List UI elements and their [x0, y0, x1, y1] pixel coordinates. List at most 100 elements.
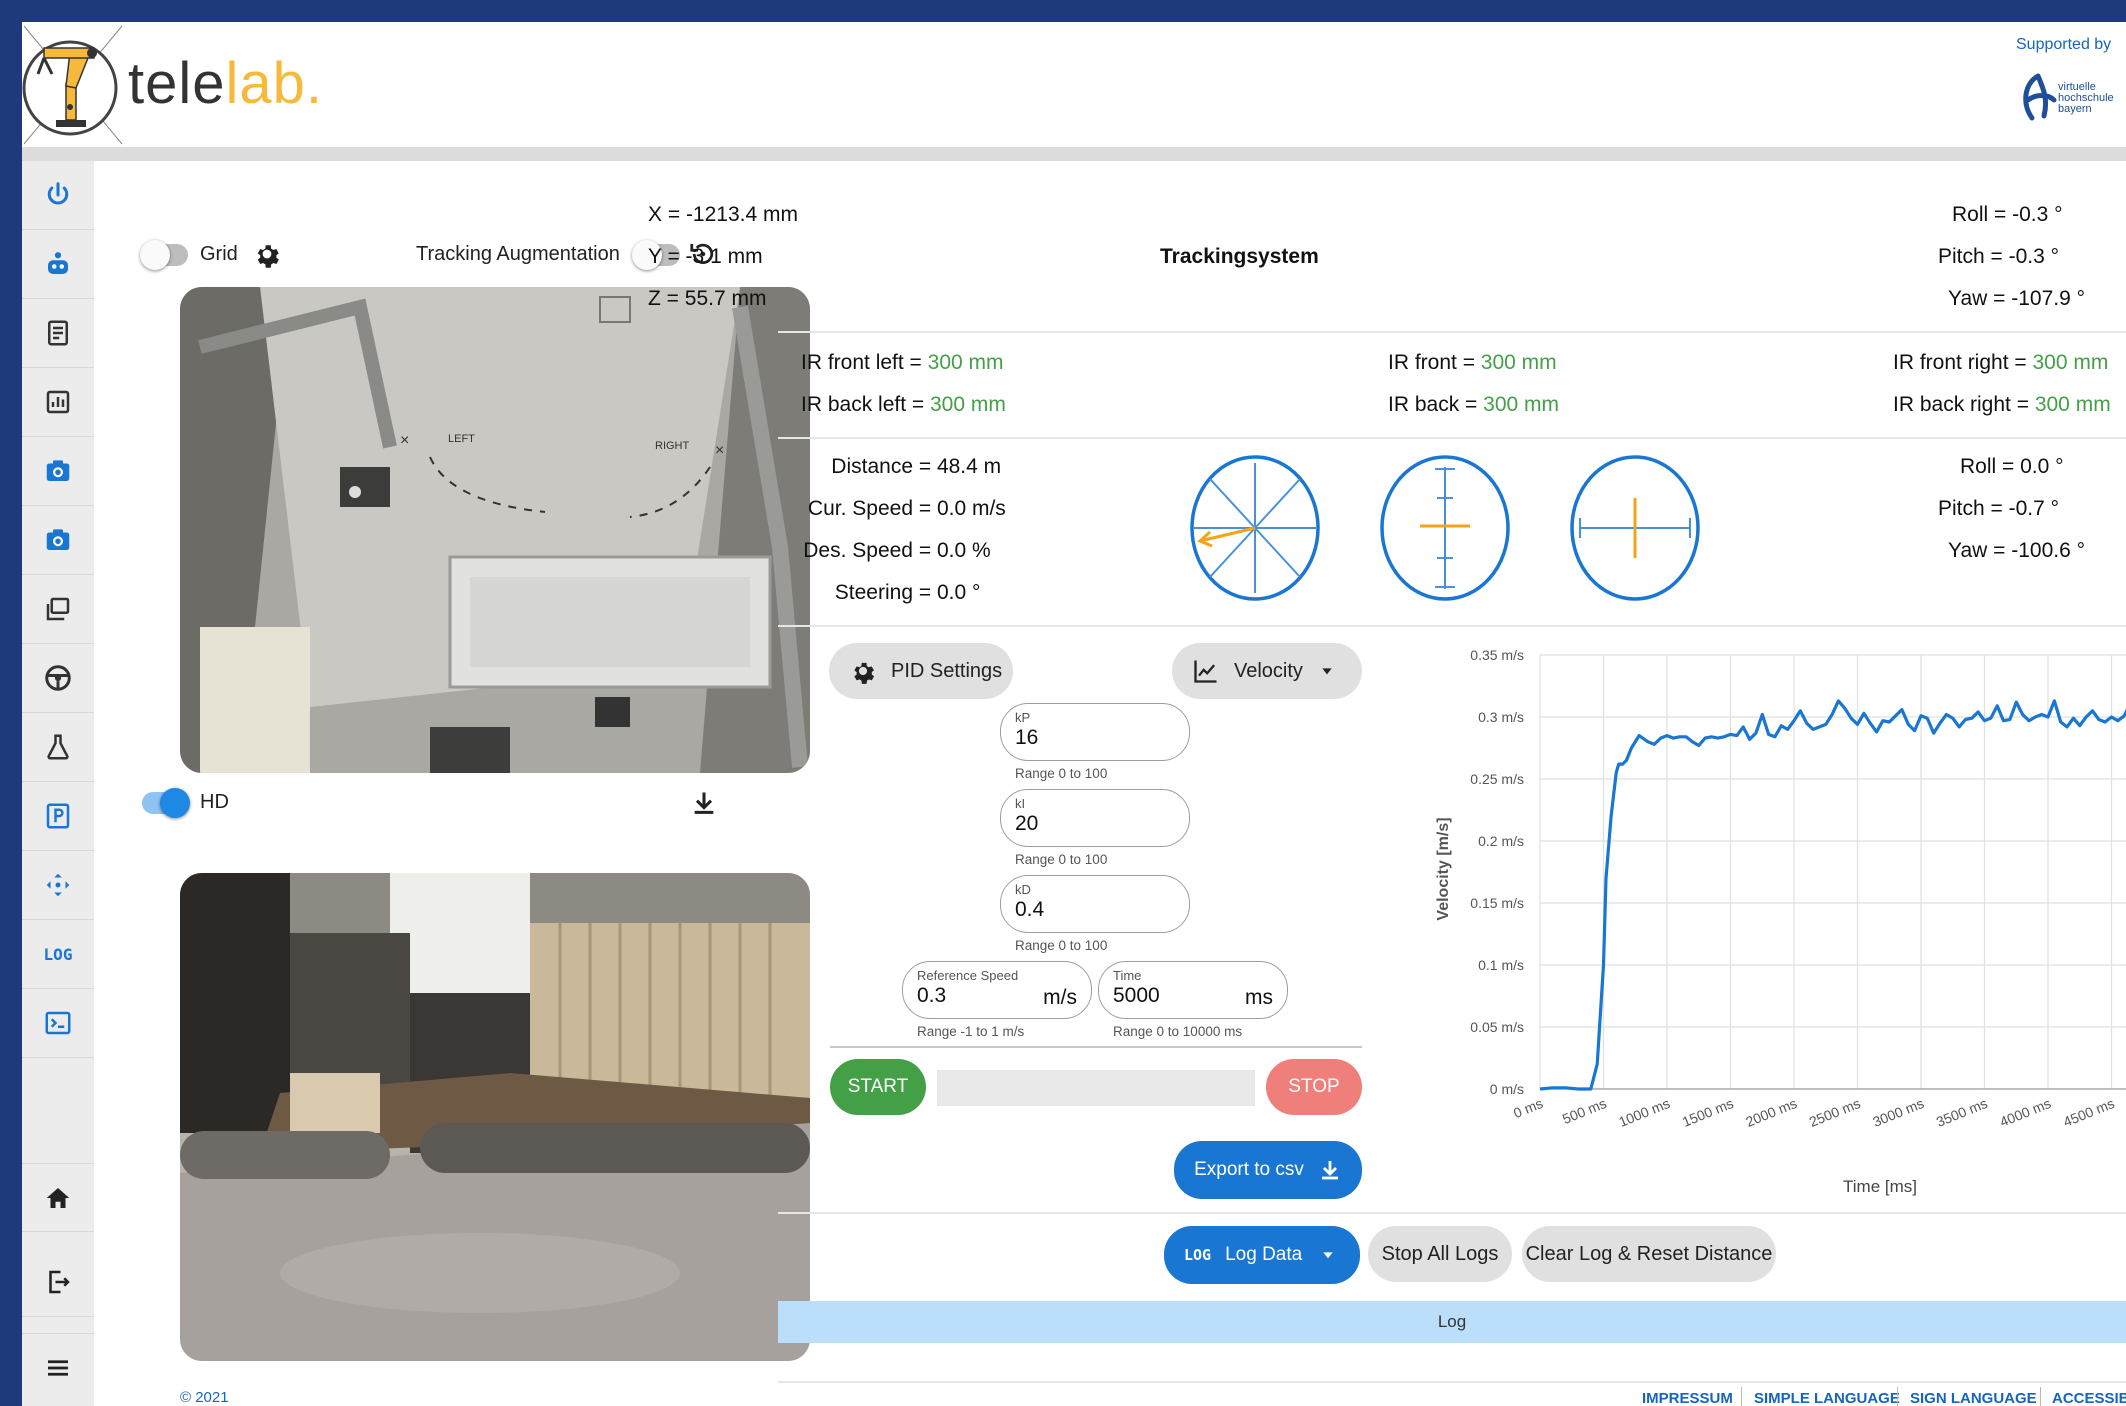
kd-field[interactable]: kD 0.4 [1000, 875, 1190, 933]
flask-icon [47, 734, 69, 760]
vhb-partner-logo[interactable]: virtuelle hochschule bayern [2014, 70, 2126, 126]
run-progress-bar [937, 1070, 1255, 1106]
floor-label-left: LEFT [448, 433, 475, 445]
velocity-chart: 0 m/s 0.05 m/s 0.1 m/s 0.15 m/s 0.2 m/s 0.25 … [1435, 647, 2126, 1196]
reference-speed-field[interactable]: Reference Speed 0.3 m/s [902, 961, 1092, 1019]
sidebar-item-power[interactable] [22, 161, 94, 230]
footer-link-impressum[interactable]: IMPRESSUM [1642, 1390, 1733, 1406]
log-table-header: Log [778, 1301, 2126, 1343]
section-divider [778, 437, 2126, 439]
sidebar-item-logout[interactable] [22, 1248, 94, 1317]
sidebar-item-robot[interactable] [22, 230, 94, 299]
supported-by-label: Supported by [2016, 36, 2112, 53]
start-button[interactable]: START [830, 1059, 926, 1115]
chart-x-tick-label: 0 ms [1511, 1095, 1545, 1121]
app-frame: telelab. Supported by virtuelle hochschu… [22, 22, 2126, 1406]
footer-link-simple-language[interactable]: SIMPLE LANGUAGE [1754, 1390, 1900, 1406]
kp-value: 16 [1015, 726, 1039, 749]
ir-front: IR front = 300 mm [1388, 351, 1557, 374]
tracking-x: X = -1213.4 mm [648, 203, 798, 226]
hamburger-menu-icon [48, 1360, 68, 1376]
log-data-label: Log Data [1225, 1244, 1303, 1265]
download-icon[interactable] [690, 789, 718, 817]
onboard-camera-stream[interactable] [180, 873, 810, 1361]
chart-x-tick-label: 1500 ms [1680, 1095, 1736, 1130]
pid-settings-button[interactable]: PID Settings [829, 643, 1013, 699]
chevron-down-icon [1323, 1252, 1333, 1259]
sidebar-item-move[interactable] [22, 851, 94, 920]
robot-icon [48, 252, 68, 274]
compass-gauge-icon [1190, 455, 1320, 601]
settings-gear-icon[interactable] [252, 239, 282, 269]
sidebar-item-document[interactable] [22, 299, 94, 368]
copyright: © 2021 [180, 1389, 229, 1406]
sidebar-item-home[interactable] [22, 1163, 94, 1232]
chart-y-tick-label: 0.25 m/s [1470, 771, 1524, 787]
chart-x-tick-label: 2000 ms [1743, 1095, 1799, 1130]
robot-arm-logo-icon [22, 25, 123, 145]
clear-log-reset-distance-button[interactable]: Clear Log & Reset Distance [1522, 1226, 1776, 1282]
settings-gear-icon [854, 662, 875, 684]
sidebar-item-statistics[interactable] [22, 368, 94, 437]
time-field[interactable]: Time 5000 ms [1098, 961, 1288, 1019]
kd-label: kD [1015, 882, 1031, 897]
ir-front-left: IR front left = 300 mm [801, 351, 1004, 374]
sidebar-item-parameters[interactable] [22, 782, 94, 851]
log-data-button[interactable]: LOG Log Data [1164, 1226, 1360, 1284]
footer-link-accessibility[interactable]: ACCESSIBILIT [2052, 1390, 2126, 1406]
sidebar-item-log[interactable]: LOG [22, 920, 94, 989]
sidebar-item-windows[interactable] [22, 575, 94, 644]
header: telelab. Supported by virtuelle hochschu… [22, 22, 2126, 147]
sidebar-item-camera-1[interactable] [22, 437, 94, 506]
section-divider [778, 1212, 2126, 1214]
steering-readout: Steering = 0.0 ° [834, 581, 981, 604]
kp-range-hint: Range 0 to 100 [1015, 766, 1108, 781]
tracking-roll: Roll = -0.3 ° [1952, 203, 2063, 226]
tracking-pitch: Pitch = -0.3 ° [1938, 245, 2060, 268]
velocity-series-line [1539, 699, 2126, 1091]
export-csv-button[interactable]: Export to csv [1174, 1141, 1362, 1199]
line-chart-icon [1194, 660, 1217, 683]
steering-wheel-icon [45, 665, 71, 691]
overhead-camera-image: LEFT RIGHT × × [180, 287, 810, 773]
chart-y-tick-label: 0.2 m/s [1478, 833, 1524, 849]
footer-link-sign-language[interactable]: SIGN LANGUAGE [1910, 1390, 2037, 1406]
tracking-augmentation-label: Tracking Augmentation [416, 243, 620, 265]
ki-field[interactable]: kI 20 [1000, 789, 1190, 847]
log-icon: LOG [43, 944, 73, 964]
sidebar-item-steering[interactable] [22, 644, 94, 713]
sidebar-item-menu[interactable] [22, 1333, 94, 1402]
multi-window-icon [46, 597, 70, 621]
stop-button[interactable]: STOP [1266, 1059, 1362, 1115]
sidebar-item-lab[interactable] [22, 713, 94, 782]
power-icon [47, 182, 69, 205]
hd-toggle[interactable] [142, 788, 190, 818]
reference-speed-unit: m/s [1043, 986, 1077, 1009]
tracking-system-title: Trackingsystem [1160, 245, 1319, 268]
distance-readout: Distance = 48.4 m [831, 455, 1002, 478]
bar-chart-icon [46, 390, 70, 414]
top-camera-stream[interactable]: LEFT RIGHT × × [180, 287, 810, 773]
chevron-down-icon [1322, 668, 1332, 675]
time-unit: ms [1245, 986, 1273, 1009]
time-range-hint: Range 0 to 10000 ms [1113, 1024, 1243, 1039]
kp-field[interactable]: kP 16 [1000, 703, 1190, 761]
robot-pitch: Pitch = -0.7 ° [1938, 497, 2060, 520]
tracking-yaw: Yaw = -107.9 ° [1948, 287, 2086, 310]
ki-label: kI [1015, 796, 1026, 811]
chart-y-tick-label: 0.05 m/s [1470, 1019, 1524, 1035]
chart-y-axis-label: Velocity [m/s] [1435, 817, 1452, 920]
robot-roll: Roll = 0.0 ° [1960, 455, 2064, 478]
sidebar-item-terminal[interactable] [22, 989, 94, 1058]
sidebar-item-camera-2[interactable] [22, 506, 94, 575]
grid-toggle[interactable] [140, 240, 188, 270]
vhb-logo-icon [2023, 73, 2057, 121]
current-speed-readout: Cur. Speed = 0.0 m/s [807, 497, 1006, 520]
telelab-logo[interactable] [22, 22, 124, 147]
move-arrows-icon [46, 873, 70, 897]
chart-x-tick-label: 500 ms [1560, 1095, 1609, 1127]
kd-value: 0.4 [1015, 898, 1045, 921]
stop-all-logs-button[interactable]: Stop All Logs [1368, 1226, 1512, 1282]
chart-type-select[interactable]: Velocity [1172, 643, 1362, 699]
camera-icon [46, 529, 70, 550]
